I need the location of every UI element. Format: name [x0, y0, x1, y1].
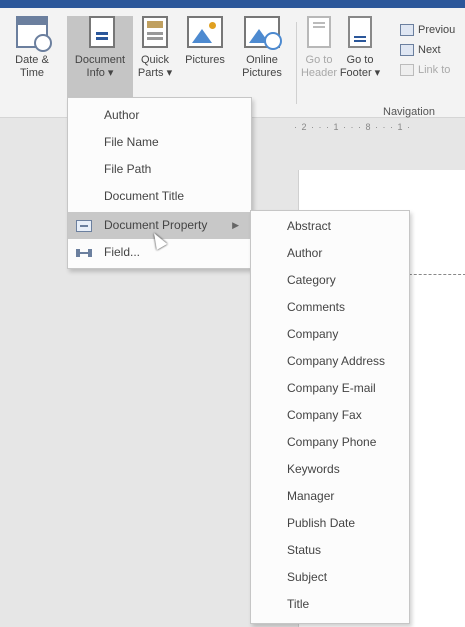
- submenu-item-abstract[interactable]: Abstract: [251, 213, 409, 240]
- previous-section-icon: [400, 24, 414, 36]
- date-time-button[interactable]: Date & Time: [14, 16, 52, 108]
- field-icon: [76, 247, 92, 259]
- submenu-item-publish-date[interactable]: Publish Date: [251, 510, 409, 537]
- document-info-button[interactable]: Document Info ▾: [67, 16, 133, 108]
- picture-icon: [187, 16, 223, 48]
- online-picture-icon: [244, 16, 282, 50]
- submenu-item-status[interactable]: Status: [251, 537, 409, 564]
- submenu-item-keywords[interactable]: Keywords: [251, 456, 409, 483]
- submenu-item-company-phone[interactable]: Company Phone: [251, 429, 409, 456]
- submenu-item-title[interactable]: Title: [251, 591, 409, 618]
- menu-item-file-path[interactable]: File Path: [68, 156, 251, 183]
- navigation-mini-buttons: Previou Next Link to: [400, 20, 455, 80]
- submenu-arrow-icon: ▶: [232, 220, 239, 230]
- footer-icon: [348, 16, 372, 48]
- previous-button[interactable]: Previou: [400, 20, 455, 40]
- quick-parts-button[interactable]: Quick Parts ▾: [136, 16, 174, 108]
- next-button[interactable]: Next: [400, 40, 455, 60]
- go-to-footer-button[interactable]: Go to Footer ▾: [340, 16, 380, 108]
- go-to-header-button[interactable]: Go to Header: [300, 16, 338, 108]
- pictures-button[interactable]: Pictures: [176, 16, 234, 108]
- calendar-clock-icon: [16, 16, 52, 52]
- link-to-previous-button[interactable]: Link to: [400, 60, 455, 80]
- online-pictures-button[interactable]: Online Pictures: [234, 16, 290, 108]
- horizontal-ruler: · 2 · · · 1 · · · 8 · · · 1 ·: [294, 122, 411, 132]
- submenu-item-company-email[interactable]: Company E-mail: [251, 375, 409, 402]
- menu-item-document-title[interactable]: Document Title: [68, 183, 251, 210]
- submenu-item-subject[interactable]: Subject: [251, 564, 409, 591]
- header-icon: [307, 16, 331, 48]
- document-info-icon: [88, 16, 115, 48]
- submenu-item-company-fax[interactable]: Company Fax: [251, 402, 409, 429]
- submenu-item-author[interactable]: Author: [251, 240, 409, 267]
- document-property-icon: [76, 220, 92, 232]
- ribbon-accent-strip: [0, 0, 465, 8]
- document-property-submenu: Abstract Author Category Comments Compan…: [250, 210, 410, 624]
- navigation-group-label: Navigation: [383, 106, 435, 118]
- next-section-icon: [400, 44, 414, 56]
- submenu-item-company-address[interactable]: Company Address: [251, 348, 409, 375]
- link-icon: [400, 64, 414, 76]
- menu-item-author[interactable]: Author: [68, 102, 251, 129]
- quick-parts-icon: [142, 16, 168, 48]
- submenu-item-company[interactable]: Company: [251, 321, 409, 348]
- submenu-item-comments[interactable]: Comments: [251, 294, 409, 321]
- submenu-item-manager[interactable]: Manager: [251, 483, 409, 510]
- menu-item-file-name[interactable]: File Name: [68, 129, 251, 156]
- submenu-item-category[interactable]: Category: [251, 267, 409, 294]
- group-divider: [296, 22, 297, 104]
